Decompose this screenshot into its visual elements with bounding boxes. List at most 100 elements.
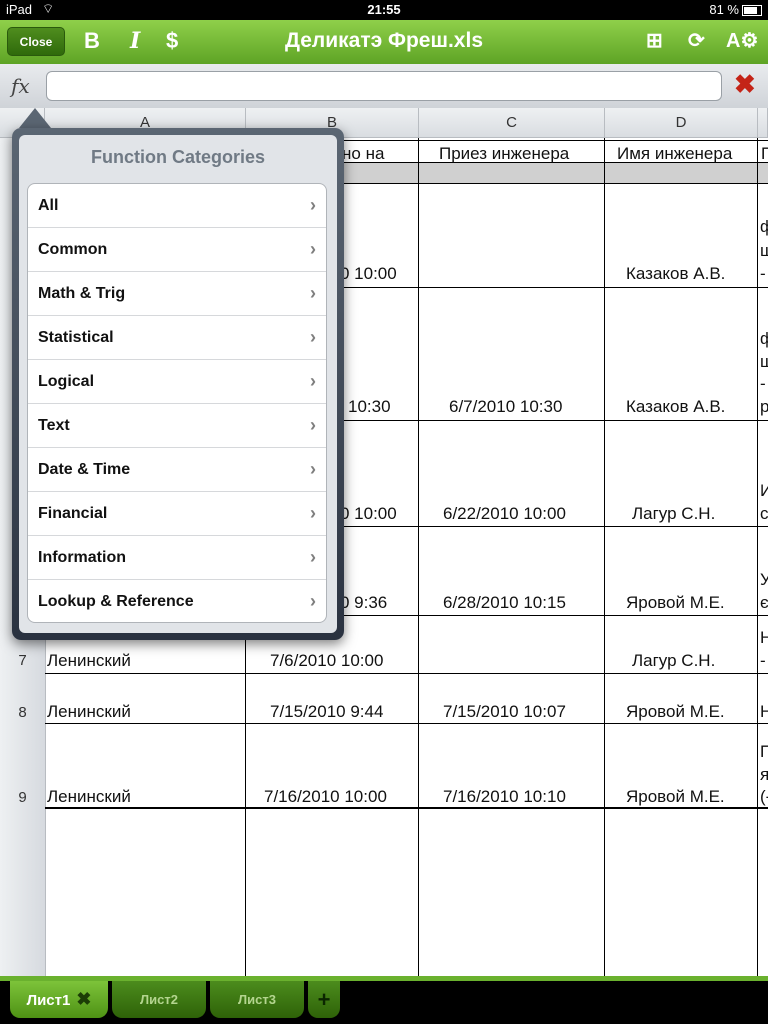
tab-sheet-2[interactable]: Лист2 (112, 981, 206, 1018)
category-label: Statistical (38, 329, 114, 346)
category-label: All (38, 197, 59, 214)
function-categories-popover: Function Categories All › Common › Math & … (12, 128, 344, 640)
cell-c[interactable]: 6/7/2010 10:30 (449, 397, 562, 417)
category-item-statistical[interactable]: Statistical › (28, 316, 326, 360)
category-label: Text (38, 417, 70, 434)
cell-c[interactable]: 6/22/2010 10:00 (443, 504, 566, 524)
cell-e[interactable]: (- (760, 787, 768, 807)
sync-icon[interactable]: ⟳ (688, 28, 705, 53)
grid-line (45, 723, 768, 724)
tab-label: Лист2 (140, 992, 178, 1007)
tab-sheet-1[interactable]: Лист1 ✖ (10, 981, 108, 1018)
grid-line (604, 138, 605, 976)
cell-b-header[interactable]: но на (342, 144, 384, 164)
cell-d[interactable]: Яровой М.Е. (626, 787, 725, 807)
column-header-d[interactable]: D (605, 108, 758, 138)
cell-b[interactable]: 0 9:36 (340, 593, 387, 613)
row-header-8[interactable]: 8 (0, 704, 45, 721)
insert-icon[interactable]: ⊞ (646, 28, 663, 53)
cell-a[interactable]: Ленинский (47, 787, 131, 807)
chevron-right-icon: › (310, 195, 316, 215)
cell-e[interactable]: У (760, 570, 768, 590)
cell-d[interactable]: Казаков А.В. (626, 264, 725, 284)
cell-e[interactable]: с (760, 504, 768, 524)
toolbar: Close B I $ Деликатэ Фреш.xls ⊞ ⟳ A⚙ (0, 20, 768, 65)
category-item-math-trig[interactable]: Math & Trig › (28, 272, 326, 316)
category-label: Financial (38, 505, 108, 522)
tab-sheet-3[interactable]: Лист3 (210, 981, 304, 1018)
cell-e[interactable]: - (760, 264, 766, 284)
cell-c[interactable]: 6/28/2010 10:15 (443, 593, 566, 613)
cell-e[interactable]: П (760, 742, 768, 762)
cell-e[interactable]: ш (760, 352, 768, 372)
category-item-logical[interactable]: Logical › (28, 360, 326, 404)
cell-c[interactable]: 7/15/2010 10:07 (443, 702, 566, 722)
cell-e[interactable]: ф (760, 217, 768, 237)
cancel-formula-icon[interactable]: ✖ (734, 69, 756, 100)
cell-d[interactable]: Яровой М.Е. (626, 593, 725, 613)
cell-e[interactable]: ш (760, 241, 768, 261)
chevron-right-icon: › (310, 591, 316, 611)
cell-b[interactable]: 10:30 (348, 397, 391, 417)
cell-b[interactable]: 7/15/2010 9:44 (270, 702, 383, 722)
column-header-e[interactable] (758, 108, 768, 138)
cell-e[interactable]: - (760, 651, 766, 671)
chevron-right-icon: › (310, 503, 316, 523)
cell-b[interactable]: 7/16/2010 10:00 (264, 787, 387, 807)
cell-e[interactable]: Н (760, 628, 768, 648)
cell-c-header[interactable]: Приез инженера (439, 144, 569, 164)
cell-e-header[interactable]: П (761, 144, 768, 164)
cell-d[interactable]: Лагур С.Н. (632, 504, 715, 524)
grid-line (45, 807, 768, 809)
cell-c[interactable]: 7/16/2010 10:10 (443, 787, 566, 807)
cell-b[interactable]: 0 10:00 (340, 504, 397, 524)
cell-a[interactable]: Ленинский (47, 651, 131, 671)
row-header-7[interactable]: 7 (0, 652, 45, 669)
category-label: Information (38, 549, 126, 566)
status-time: 21:55 (367, 2, 401, 17)
cell-d[interactable]: Лагур С.Н. (632, 651, 715, 671)
cell-b[interactable]: 0 10:00 (340, 264, 397, 284)
cell-d[interactable]: Казаков А.В. (626, 397, 725, 417)
category-label: Date & Time (38, 461, 131, 478)
category-item-text[interactable]: Text › (28, 404, 326, 448)
category-label: Math & Trig (38, 285, 126, 302)
formula-bar: fx ✖ (0, 64, 768, 109)
category-label: Lookup & Reference (38, 593, 194, 610)
column-header-c[interactable]: C (419, 108, 605, 138)
row-header-9[interactable]: 9 (0, 789, 45, 806)
cell-a[interactable]: Ленинский (47, 702, 131, 722)
category-list: All › Common › Math & Trig › Statistical › L… (27, 183, 327, 623)
category-item-date-time[interactable]: Date & Time › (28, 448, 326, 492)
add-sheet-button[interactable]: + (308, 981, 340, 1018)
battery-percent: 81 % (709, 2, 739, 17)
category-item-information[interactable]: Information › (28, 536, 326, 580)
chevron-right-icon: › (310, 283, 316, 303)
text-settings-icon[interactable]: A⚙ (726, 28, 758, 53)
cell-d-header[interactable]: Имя инженера (617, 144, 732, 164)
cell-e[interactable]: р (760, 397, 768, 417)
category-item-all[interactable]: All › (28, 184, 326, 228)
formula-input[interactable] (46, 71, 722, 101)
cell-e[interactable]: - (760, 374, 766, 394)
cell-e[interactable]: є (760, 593, 768, 613)
popover-body: Function Categories All › Common › Math & … (19, 135, 337, 633)
cell-e[interactable]: я (760, 765, 768, 785)
cell-e[interactable]: И (760, 481, 768, 501)
close-tab-icon[interactable]: ✖ (76, 989, 91, 1009)
cell-b[interactable]: 7/6/2010 10:00 (270, 651, 383, 671)
cell-e[interactable]: Н (760, 702, 768, 722)
chevron-right-icon: › (310, 371, 316, 391)
category-item-financial[interactable]: Financial › (28, 492, 326, 536)
chevron-right-icon: › (310, 239, 316, 259)
category-item-common[interactable]: Common › (28, 228, 326, 272)
function-icon[interactable]: fx (11, 74, 30, 98)
cell-d[interactable]: Яровой М.Е. (626, 702, 725, 722)
grid-line (757, 138, 758, 976)
battery-icon (742, 5, 762, 17)
cell-e[interactable]: ф (760, 329, 768, 349)
tab-label: Лист3 (238, 992, 276, 1007)
chevron-right-icon: › (310, 459, 316, 479)
category-item-lookup-reference[interactable]: Lookup & Reference › (28, 580, 326, 624)
status-bar: iPad ⌔ 21:55 81 % (0, 0, 768, 20)
